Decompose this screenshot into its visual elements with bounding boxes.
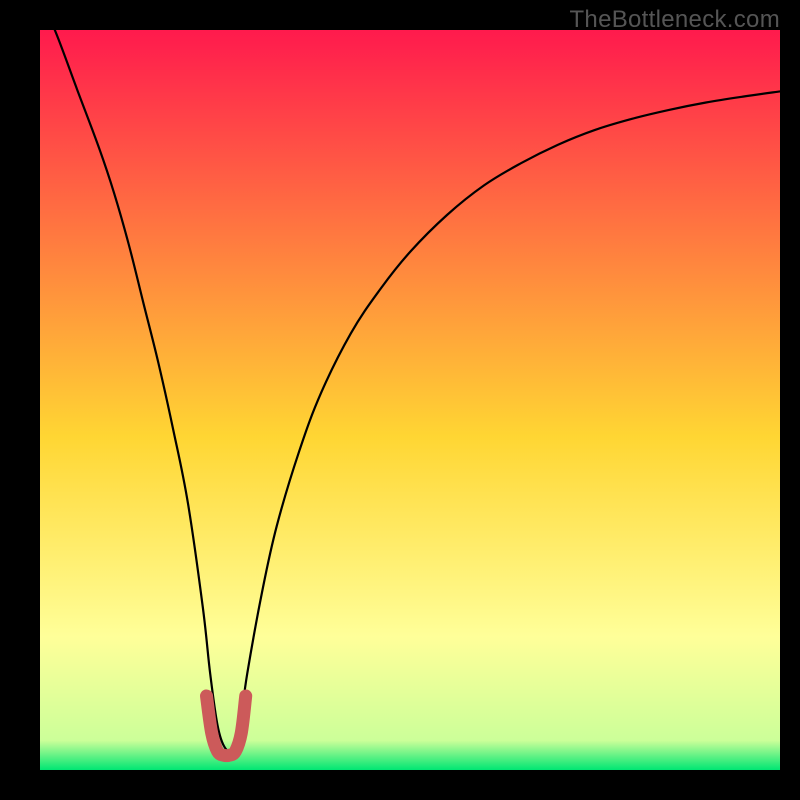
chart-svg bbox=[40, 30, 780, 770]
plot-area bbox=[40, 30, 780, 770]
gradient-background bbox=[40, 30, 780, 770]
chart-frame: TheBottleneck.com bbox=[0, 0, 800, 800]
